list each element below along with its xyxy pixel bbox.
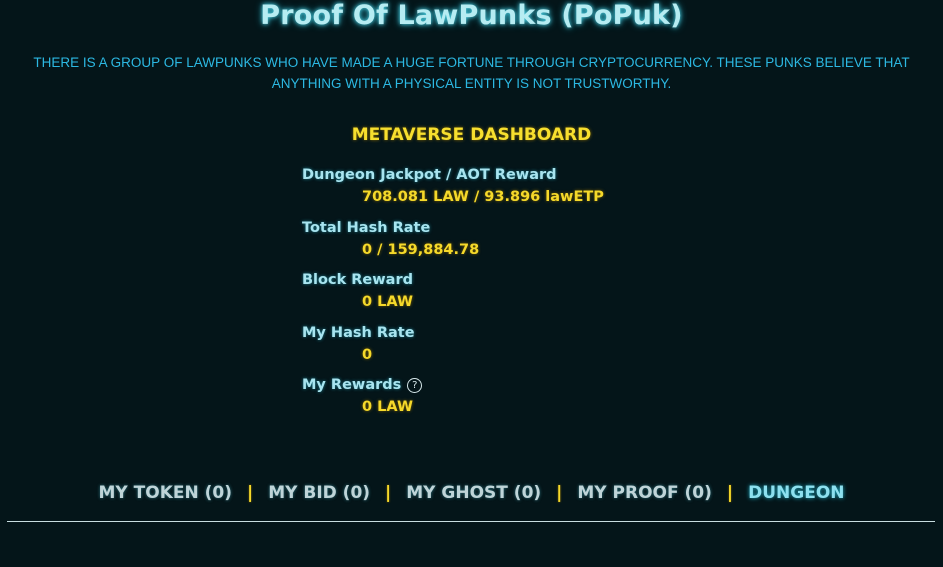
stat-value: 708.081 LAW / 93.896 lawETP: [362, 189, 604, 205]
stat-label-row: My Rewards ?: [302, 376, 702, 395]
stat-label: Dungeon Jackpot / AOT Reward: [302, 167, 557, 183]
nav-separator: |: [385, 483, 392, 503]
stat-block-reward: Block Reward 0 LAW: [302, 271, 702, 324]
divider: [7, 521, 935, 522]
nav-dungeon[interactable]: DUNGEON: [748, 483, 844, 503]
nav-separator: |: [247, 483, 254, 503]
stat-label: My Hash Rate: [302, 324, 415, 341]
stat-label: Block Reward: [302, 272, 413, 288]
stat-value: 0 LAW: [362, 294, 413, 310]
nav-my-token[interactable]: MY TOKEN (0): [99, 483, 233, 503]
help-circle-icon[interactable]: ?: [407, 378, 423, 393]
intro-text: THERE IS A GROUP OF LAWPUNKS WHO HAVE MA…: [33, 55, 910, 91]
nav-my-bid[interactable]: MY BID (0): [268, 483, 370, 503]
dashboard-stats: Dungeon Jackpot / AOT Reward 708.081 LAW…: [302, 166, 702, 429]
bottom-nav: MY TOKEN (0) | MY BID (0) | MY GHOST (0) | MY …: [0, 482, 943, 504]
dashboard-title: METAVERSE DASHBOARD: [351, 125, 592, 145]
nav-my-proof[interactable]: MY PROOF (0): [577, 483, 712, 503]
nav-my-ghost[interactable]: MY GHOST (0): [406, 483, 541, 503]
page: Proof Of LawPunks (PoPuk) THERE IS A GRO…: [0, 0, 943, 567]
stat-my-hash-rate: My Hash Rate 0: [302, 324, 702, 377]
stat-dungeon-jackpot: Dungeon Jackpot / AOT Reward 708.081 LAW…: [302, 166, 702, 219]
stat-value: 0 / 159,884.78: [362, 241, 480, 258]
stat-my-rewards: My Rewards ? 0 LAW: [302, 376, 702, 429]
stat-total-hash-rate: Total Hash Rate 0 / 159,884.78: [302, 219, 702, 272]
stat-value: 0 LAW: [362, 399, 413, 415]
stat-label: Total Hash Rate: [302, 219, 431, 236]
stat-label: My Rewards: [302, 377, 402, 393]
nav-separator: |: [726, 483, 734, 503]
stat-value: 0: [362, 346, 373, 363]
nav-separator: |: [556, 483, 563, 503]
page-title: Proof Of LawPunks (PoPuk): [260, 0, 683, 31]
